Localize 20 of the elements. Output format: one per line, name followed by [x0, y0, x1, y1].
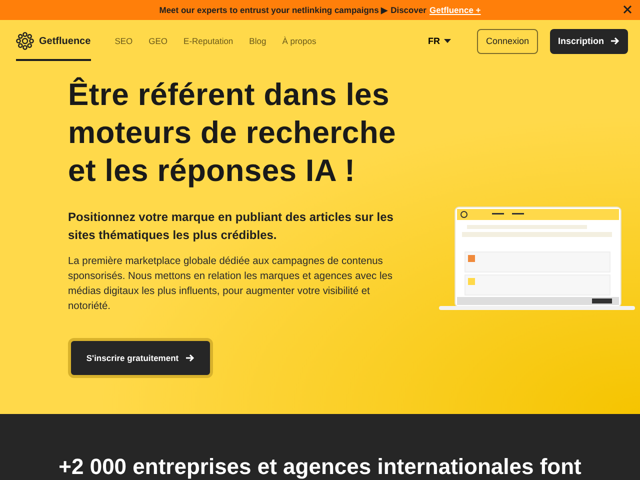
nav-link[interactable]: À propos	[282, 36, 316, 46]
arrow-icon	[184, 353, 195, 363]
caret-icon	[444, 39, 451, 43]
trust-heading: +2 000 entreprises et agences internationales font	[58, 454, 582, 480]
nav-link[interactable]: E-Reputation	[184, 36, 234, 46]
nav-link[interactable]: GEO	[148, 36, 168, 46]
banner-text: Meet our experts to entrust your netlinking campaigns ▶ Discover	[159, 5, 426, 15]
signup-button[interactable]: Inscription	[550, 28, 628, 54]
arrow-icon	[610, 36, 620, 46]
hero-description: La première marketplace globale dédiée aux campagnes de contenus sponsorisés. Nous mettons en relation les marques et agences avec les médias digitaux les plus influents, pour augmenter votre visibilité et notoriété.	[68, 255, 394, 314]
language-selector[interactable]: FR	[422, 35, 457, 47]
logo-icon	[16, 32, 34, 50]
nav-link[interactable]: Blog	[249, 36, 266, 46]
hero-subtitle: Positionnez votre marque en publiant des articles sur les sites thématiques les plus crédibles.	[68, 209, 394, 244]
logo-text: Getfluence	[39, 36, 91, 46]
login-button[interactable]: Connexion	[476, 28, 538, 54]
close-icon[interactable]	[623, 5, 632, 14]
hero-title: Être référent dans les moteurs de recherche et les réponses IA !	[68, 76, 397, 190]
nav-link[interactable]: SEO	[114, 36, 133, 46]
signup-cta-button[interactable]: S'inscrire gratuitement	[68, 338, 213, 378]
